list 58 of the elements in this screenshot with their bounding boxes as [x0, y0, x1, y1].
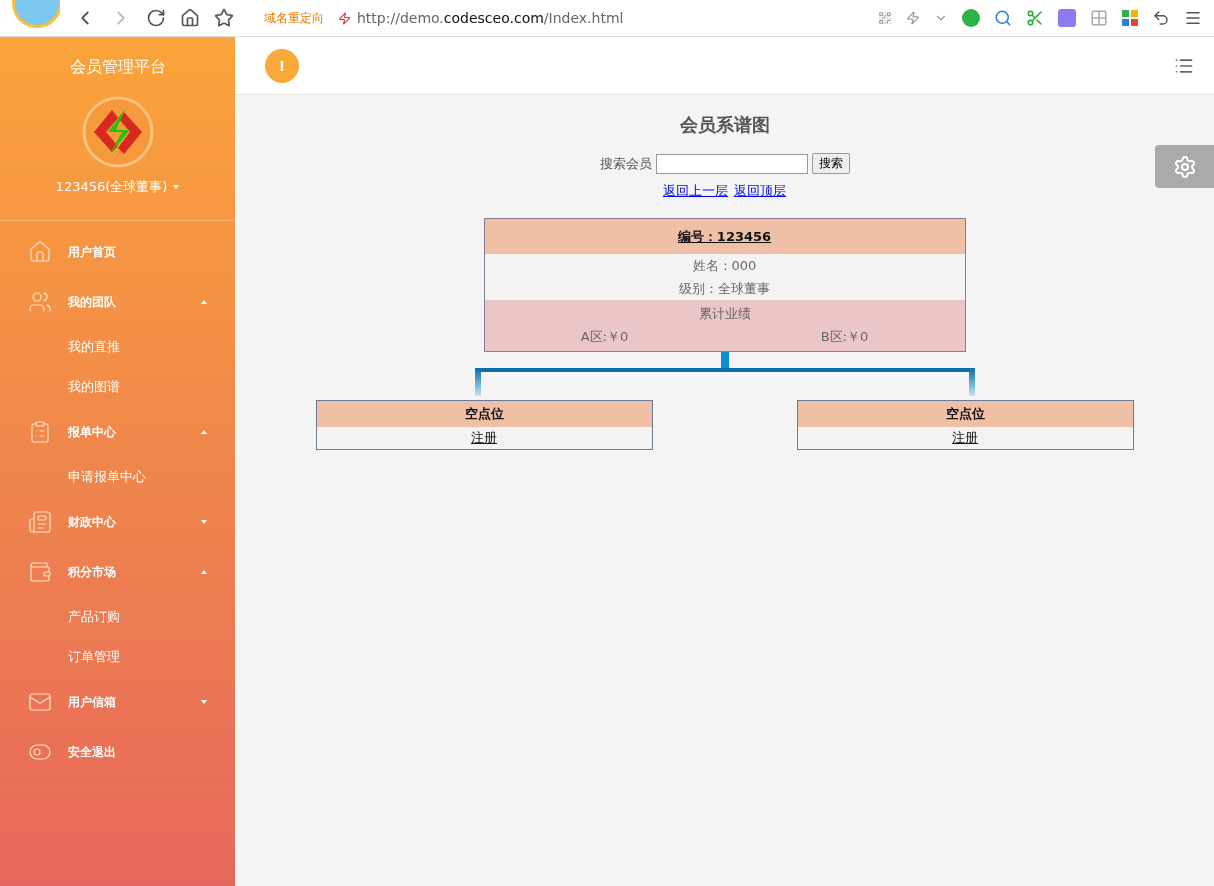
- qr-code-icon[interactable]: [878, 11, 892, 25]
- menu-icon[interactable]: [1184, 9, 1202, 27]
- star-icon[interactable]: [214, 8, 234, 28]
- sidebar-subitem[interactable]: 我的图谱: [0, 367, 235, 407]
- url-field[interactable]: http://demo.codesceo.com/Index.html: [357, 10, 624, 26]
- clipboard-icon: [28, 420, 52, 444]
- caret-icon: [201, 430, 207, 434]
- member-info: 级别：全球董事: [678, 279, 771, 298]
- search-icon[interactable]: [994, 9, 1012, 27]
- slot-title: 空点位: [797, 401, 1133, 427]
- settings-icon: [1172, 154, 1197, 179]
- sidebar-title: 会员管理平台: [68, 56, 167, 78]
- caret-icon: [201, 570, 207, 574]
- home-icon: [28, 240, 52, 264]
- lightning-icon[interactable]: [906, 11, 920, 25]
- apps-icon[interactable]: [1122, 10, 1138, 26]
- sidebar-item[interactable]: 报单中心: [0, 407, 235, 457]
- register-link[interactable]: 注册: [952, 429, 978, 447]
- home-icon[interactable]: [180, 8, 200, 28]
- nav-link[interactable]: 返回上一层: [663, 182, 728, 200]
- scissors-icon[interactable]: [1026, 9, 1044, 27]
- caret-icon: [201, 300, 207, 304]
- avatar-logo-icon: [81, 96, 154, 168]
- sidebar-item[interactable]: 安全退出: [0, 727, 235, 777]
- sidebar-subitem[interactable]: 我的直推: [0, 327, 235, 367]
- settings-button[interactable]: [1155, 145, 1214, 188]
- register-link[interactable]: 注册: [471, 429, 497, 447]
- sidebar-subitem[interactable]: 申请报单中心: [0, 457, 235, 497]
- caret-icon: [201, 520, 207, 524]
- sidebar-subitem[interactable]: 产品订购: [0, 597, 235, 637]
- sidebar-item[interactable]: 用户信箱: [0, 677, 235, 727]
- people-icon: [28, 290, 52, 314]
- user-menu[interactable]: 123456(全球董事): [0, 168, 235, 220]
- member-info: 姓名：000: [691, 256, 758, 275]
- caret-icon: [201, 700, 207, 704]
- nav-link[interactable]: 返回顶层: [734, 182, 786, 200]
- slot-title: 空点位: [316, 401, 652, 427]
- search-label: 搜索会员: [599, 154, 652, 173]
- zone-value: B区:￥0: [820, 327, 869, 346]
- page-title: 会员系谱图: [679, 113, 770, 137]
- search-button[interactable]: 搜索: [811, 153, 850, 174]
- sidebar-subitem[interactable]: 订单管理: [0, 637, 235, 677]
- wallet-icon: [28, 560, 52, 584]
- sidebar-item[interactable]: 财政中心: [0, 497, 235, 547]
- alert-button[interactable]: !: [265, 48, 299, 83]
- member-id-link[interactable]: 编号：123456: [677, 227, 772, 246]
- frame-icon[interactable]: [1090, 9, 1108, 27]
- sidebar-item[interactable]: 用户首页: [0, 227, 235, 277]
- zone-value: A区:￥0: [580, 327, 629, 346]
- undo-icon[interactable]: [1152, 9, 1170, 27]
- newspaper-icon: [28, 510, 52, 534]
- redirect-label: 域名重定向: [264, 9, 324, 27]
- sidebar-item[interactable]: 我的团队: [0, 277, 235, 327]
- mail-icon: [28, 690, 52, 714]
- performance-title: 累计业绩: [697, 304, 752, 323]
- search-field[interactable]: [655, 153, 808, 174]
- sidebar-item[interactable]: 积分市场: [0, 547, 235, 597]
- reload-icon[interactable]: [146, 8, 166, 28]
